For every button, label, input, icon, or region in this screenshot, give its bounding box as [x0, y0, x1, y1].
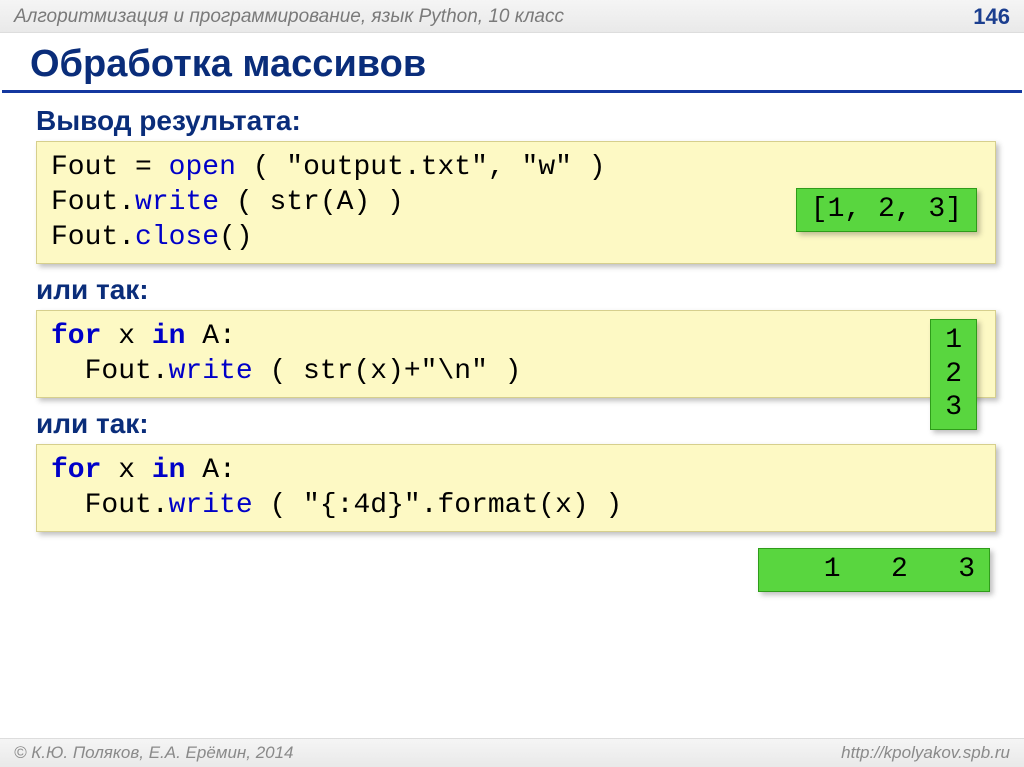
top-bar: Алгоритмизация и программирование, язык …	[0, 0, 1024, 33]
page-number: 146	[973, 4, 1010, 30]
code-text: Fout.	[51, 222, 135, 253]
footer-copyright: © К.Ю. Поляков, Е.А. Ерёмин, 2014	[14, 743, 294, 763]
code-text: ( str(x)+"\n" )	[253, 356, 522, 387]
output-box-3: 1 2 3	[758, 548, 990, 592]
code-line: for x in A:	[51, 319, 981, 354]
slide-body: Вывод результата: Fout = open ( "output.…	[0, 93, 1024, 602]
code-line: Fout.write ( "{:4d}".format(x) )	[51, 488, 981, 523]
code-text: Fout	[51, 152, 118, 183]
code-text: A:	[185, 321, 235, 352]
code-text: x	[101, 455, 151, 486]
footer: © К.Ю. Поляков, Е.А. Ерёмин, 2014 http:/…	[0, 738, 1024, 767]
code-func-close: close	[135, 222, 219, 253]
code-block-2: for x in A: Fout.write ( str(x)+"\n" ) 1…	[36, 310, 996, 398]
code-text: x	[101, 321, 151, 352]
section-heading-3: или так:	[36, 408, 996, 440]
code-text: A:	[185, 455, 235, 486]
output-box-1: [1, 2, 3]	[796, 188, 977, 232]
subject-label: Алгоритмизация и программирование, язык …	[14, 6, 564, 28]
code-block-1: Fout = open ( "output.txt", "w" ) Fout.w…	[36, 141, 996, 264]
output-row-3: 1 2 3	[36, 542, 996, 602]
code-line: for x in A:	[51, 453, 981, 488]
code-line: Fout.write ( str(x)+"\n" )	[51, 354, 981, 389]
code-text: ( "output.txt", "w" )	[236, 152, 606, 183]
slide: Алгоритмизация и программирование, язык …	[0, 0, 1024, 767]
page-title: Обработка массивов	[2, 33, 1022, 93]
code-text: Fout.	[51, 490, 169, 521]
code-text: Fout.	[51, 356, 169, 387]
code-kw-in: in	[152, 321, 186, 352]
code-kw-in: in	[152, 455, 186, 486]
code-text: Fout.	[51, 187, 135, 218]
output-box-2: 1 2 3	[930, 319, 977, 430]
code-func-open: open	[169, 152, 236, 183]
code-text: ( str(A) )	[219, 187, 404, 218]
code-func-write: write	[169, 356, 253, 387]
code-line: Fout = open ( "output.txt", "w" )	[51, 150, 981, 185]
code-text: =	[135, 152, 152, 183]
code-block-3: for x in A: Fout.write ( "{:4d}".format(…	[36, 444, 996, 532]
footer-url: http://kpolyakov.spb.ru	[841, 743, 1010, 763]
section-heading-1: Вывод результата:	[36, 105, 996, 137]
code-func-write: write	[169, 490, 253, 521]
section-heading-2: или так:	[36, 274, 996, 306]
code-func-write: write	[135, 187, 219, 218]
code-text: ()	[219, 222, 253, 253]
code-kw-for: for	[51, 455, 101, 486]
code-text: ( "{:4d}".format(x) )	[253, 490, 623, 521]
code-kw-for: for	[51, 321, 101, 352]
